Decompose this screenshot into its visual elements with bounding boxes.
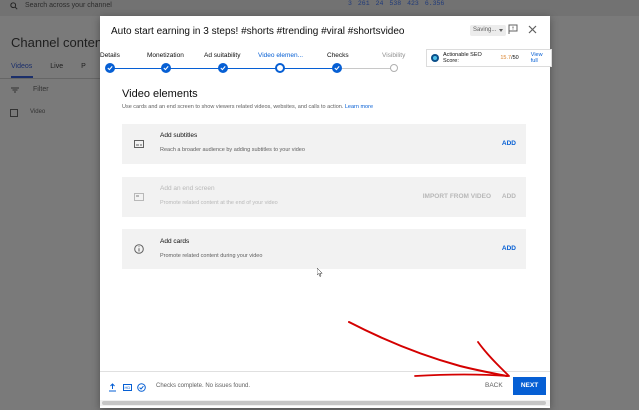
stats-bar: 3 261 24 538 423 6.356: [348, 0, 444, 7]
next-button[interactable]: NEXT: [513, 377, 546, 395]
card-title: Add cards: [160, 238, 190, 245]
filter-icon[interactable]: [11, 87, 19, 93]
stat-value: 24: [375, 0, 384, 7]
saving-badge[interactable]: Saving...: [470, 25, 507, 36]
section-description-text: Use cards and an end screen to show view…: [122, 104, 344, 110]
seo-label: Actionable SEO Score:: [442, 52, 482, 64]
section-title: Video elements: [122, 88, 198, 100]
stat-value: 423: [407, 0, 419, 7]
stepper-remaining: [336, 68, 394, 69]
subtitles-icon: [134, 140, 144, 148]
check-icon: [220, 66, 226, 71]
page-title: Channel content: [11, 35, 106, 50]
card-title: Add an end screen: [160, 185, 215, 192]
seo-score-widget: Actionable SEO Score: 15.7/50 View full: [426, 49, 552, 67]
stat-value: 3: [348, 0, 352, 7]
svg-text:HD: HD: [125, 385, 131, 390]
footer-divider: [100, 371, 550, 372]
saving-label: Saving...: [473, 27, 497, 33]
step-current-video-elements[interactable]: [275, 63, 285, 73]
step-done-ad-suitability[interactable]: [218, 63, 228, 73]
tab-live[interactable]: Live: [50, 63, 63, 70]
seo-view-link[interactable]: View full: [531, 52, 551, 64]
seo-score: 15.7: [500, 55, 512, 61]
hd-icon: HD: [123, 384, 132, 391]
learn-more-link[interactable]: Learn more: [345, 104, 373, 110]
step-label-visibility[interactable]: Visibility: [382, 52, 405, 59]
step-label-monetization[interactable]: Monetization: [147, 52, 184, 59]
search-input[interactable]: Search across your channel: [25, 2, 112, 9]
card-description: Reach a broader audience by adding subti…: [160, 147, 305, 153]
back-button[interactable]: BACK: [485, 382, 503, 389]
stat-value: 261: [357, 0, 370, 7]
card-description: Promote related content during your vide…: [160, 253, 263, 259]
seo-logo-icon: [431, 54, 439, 62]
check-icon: [334, 66, 340, 71]
tab-posts[interactable]: P: [81, 63, 86, 70]
stat-value: 538: [389, 0, 402, 7]
checks-complete-icon: [137, 383, 146, 392]
card-description: Promote related content at the end of yo…: [160, 200, 278, 206]
scrollbar-thumb[interactable]: [102, 401, 546, 405]
step-label-checks[interactable]: Checks: [327, 52, 349, 59]
step-done-details[interactable]: [105, 63, 115, 73]
step-done-monetization[interactable]: [161, 63, 171, 73]
tab-videos[interactable]: Videos: [11, 63, 32, 70]
step-done-checks[interactable]: [332, 63, 342, 73]
step-label-ad-suitability[interactable]: Ad suitability: [204, 52, 241, 59]
check-icon: [107, 66, 113, 71]
add-end-screen-button[interactable]: ADD: [502, 193, 516, 200]
select-all-checkbox[interactable]: [10, 109, 18, 117]
close-icon[interactable]: [528, 25, 537, 34]
card-cards: Add cards Promote related content during…: [122, 229, 526, 269]
stat-value: 6.356: [424, 0, 445, 7]
feedback-icon[interactable]: [508, 24, 518, 34]
column-header-video: Video: [30, 109, 46, 115]
info-icon: [134, 244, 144, 254]
step-label-video-elements[interactable]: Video elemen...: [258, 52, 303, 59]
content-tabs: Videos Live P: [11, 63, 86, 70]
mouse-cursor-icon: [317, 268, 323, 277]
check-icon: [163, 66, 169, 71]
step-label-details[interactable]: Details: [100, 52, 120, 59]
end-screen-icon: [134, 193, 144, 201]
upload-dialog: Auto start earning in 3 steps! #shorts #…: [100, 16, 552, 408]
card-subtitles: Add subtitles Reach a broader audience b…: [122, 124, 526, 164]
filter-input[interactable]: Filter: [33, 86, 49, 93]
divider: [0, 78, 100, 79]
horizontal-scrollbar[interactable]: [100, 400, 550, 406]
add-cards-button[interactable]: ADD: [502, 245, 516, 252]
dialog-title: Auto start earning in 3 steps! #shorts #…: [111, 26, 405, 37]
checks-status: Checks complete. No issues found.: [156, 383, 251, 389]
upload-icon: [109, 383, 116, 392]
section-description: Use cards and an end screen to show view…: [122, 104, 373, 110]
add-subtitles-button[interactable]: ADD: [502, 140, 516, 147]
import-from-video-button[interactable]: IMPORT FROM VIDEO: [423, 193, 491, 200]
chevron-down-icon: [499, 29, 504, 32]
card-end-screen: Add an end screen Promote related conten…: [122, 177, 526, 217]
card-title: Add subtitles: [160, 132, 198, 139]
seo-max: /50: [511, 55, 519, 61]
step-visibility[interactable]: [390, 64, 398, 72]
search-icon: [10, 2, 18, 10]
